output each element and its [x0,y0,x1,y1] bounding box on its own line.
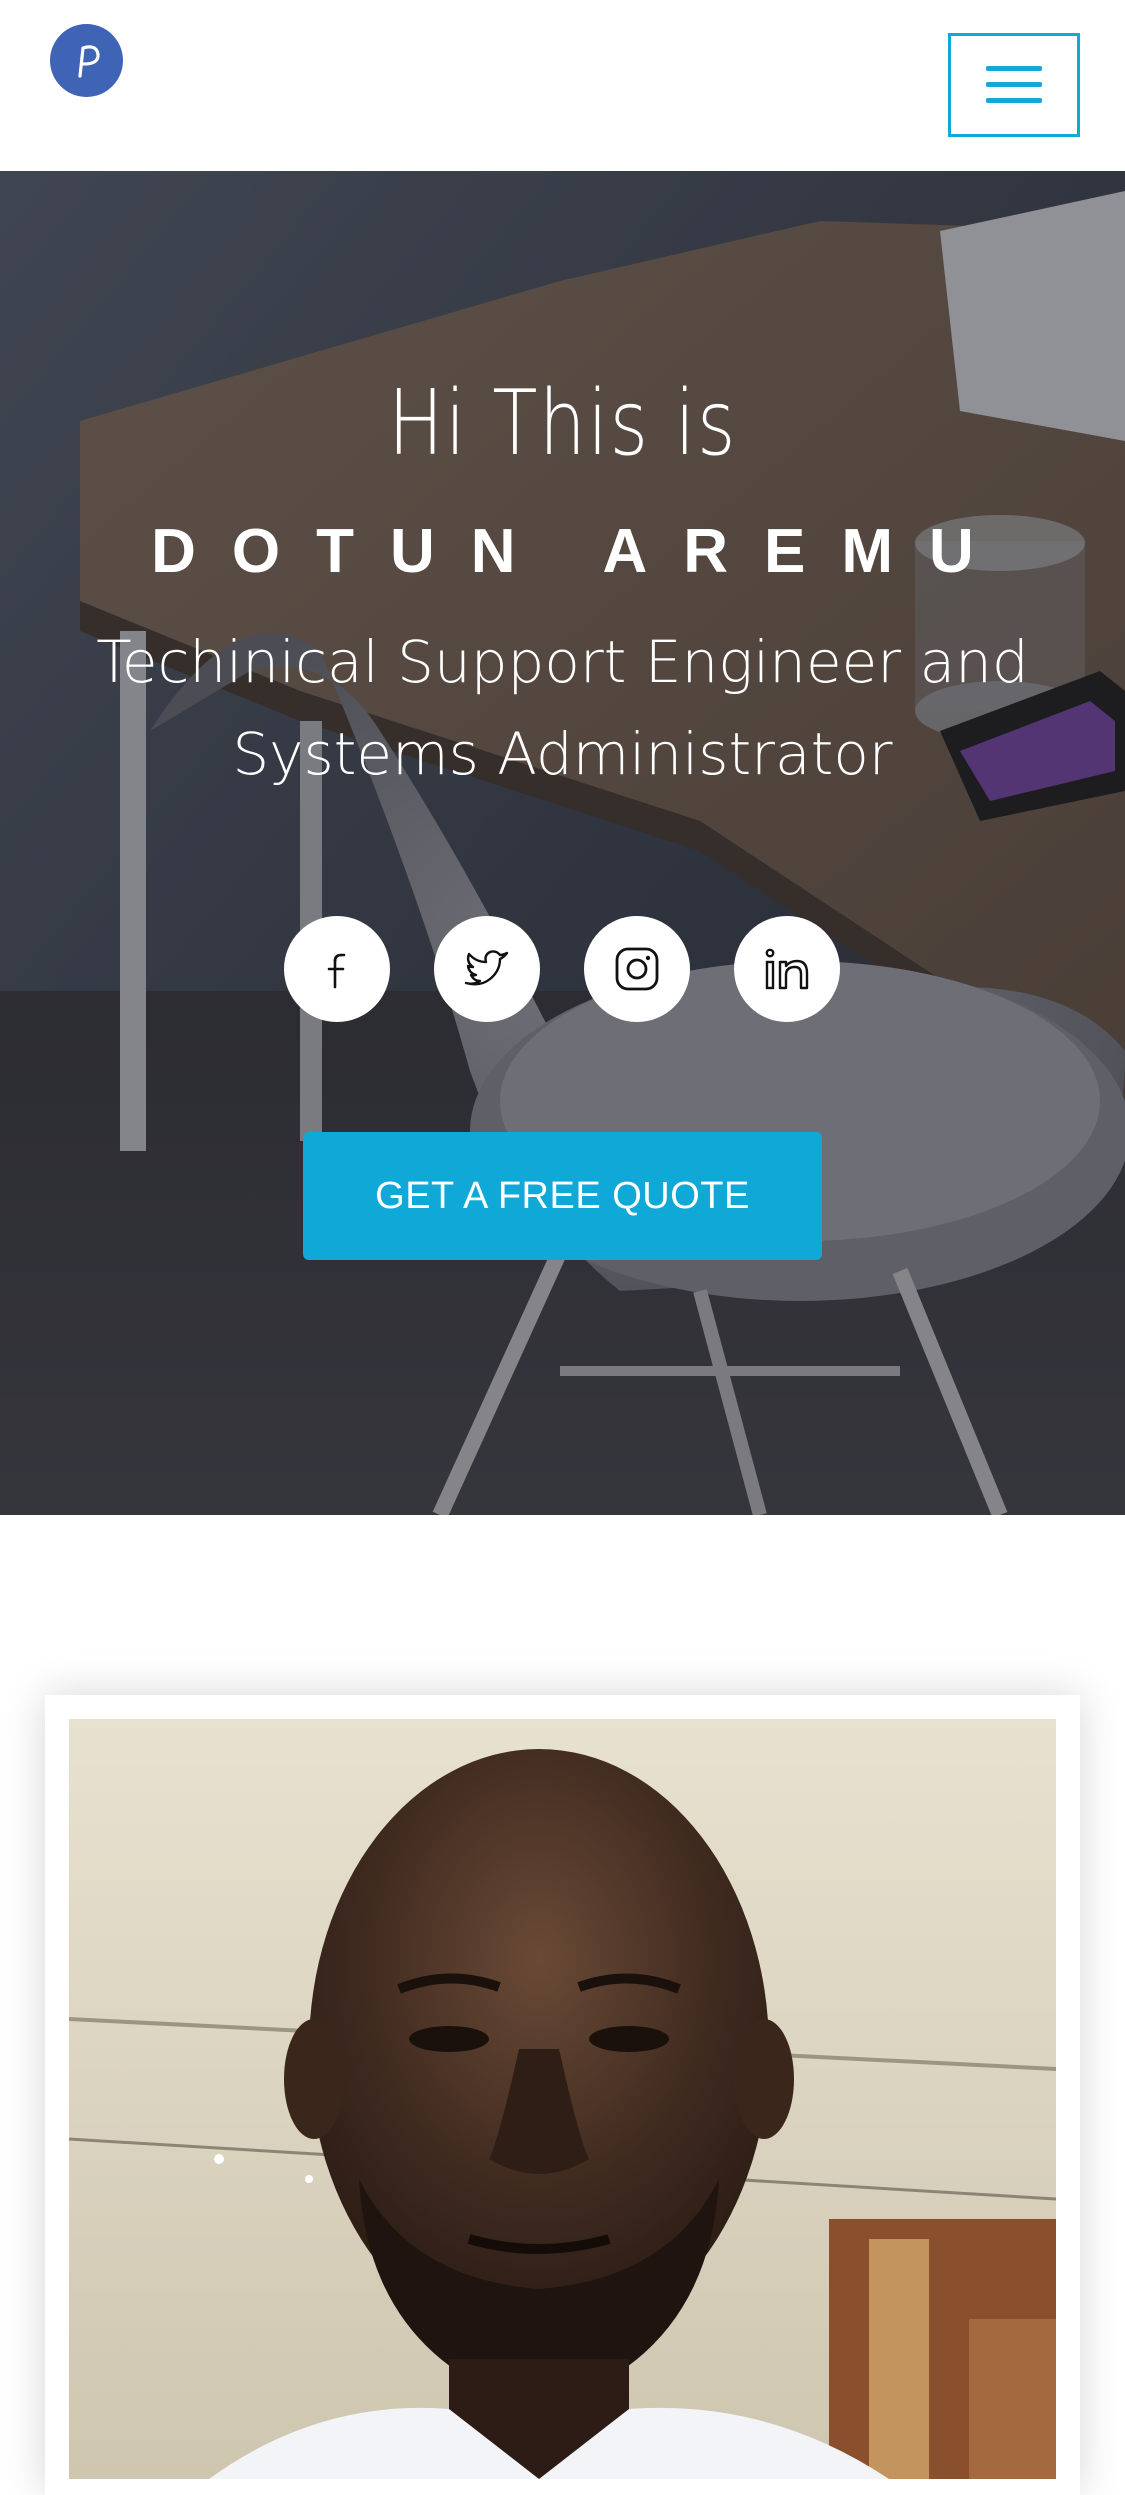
facebook-link[interactable] [284,916,390,1022]
profile-photo [69,1719,1056,2479]
hero-role: Techinical Support Engineer and Systems … [96,628,1029,788]
site-header [0,0,1125,171]
menu-button[interactable] [948,33,1080,137]
hero-greeting: Hi This is [387,371,738,476]
linkedin-link[interactable] [734,916,840,1022]
hero-section: Hi This is DOTUN AREMU Techinical Suppor… [0,171,1125,1515]
hero-name: DOTUN AREMU [151,517,1010,586]
instagram-icon [615,947,659,991]
twitter-icon [464,950,509,986]
p-logo-icon [50,24,123,97]
facebook-icon [327,953,346,989]
get-quote-button[interactable]: GET A FREE QUOTE [303,1132,822,1260]
linkedin-icon [765,948,809,990]
hamburger-menu-icon [986,66,1042,103]
site-logo[interactable] [50,24,123,97]
twitter-link[interactable] [434,916,540,1022]
about-card [45,1695,1080,2495]
social-links [0,916,1125,1022]
instagram-link[interactable] [584,916,690,1022]
